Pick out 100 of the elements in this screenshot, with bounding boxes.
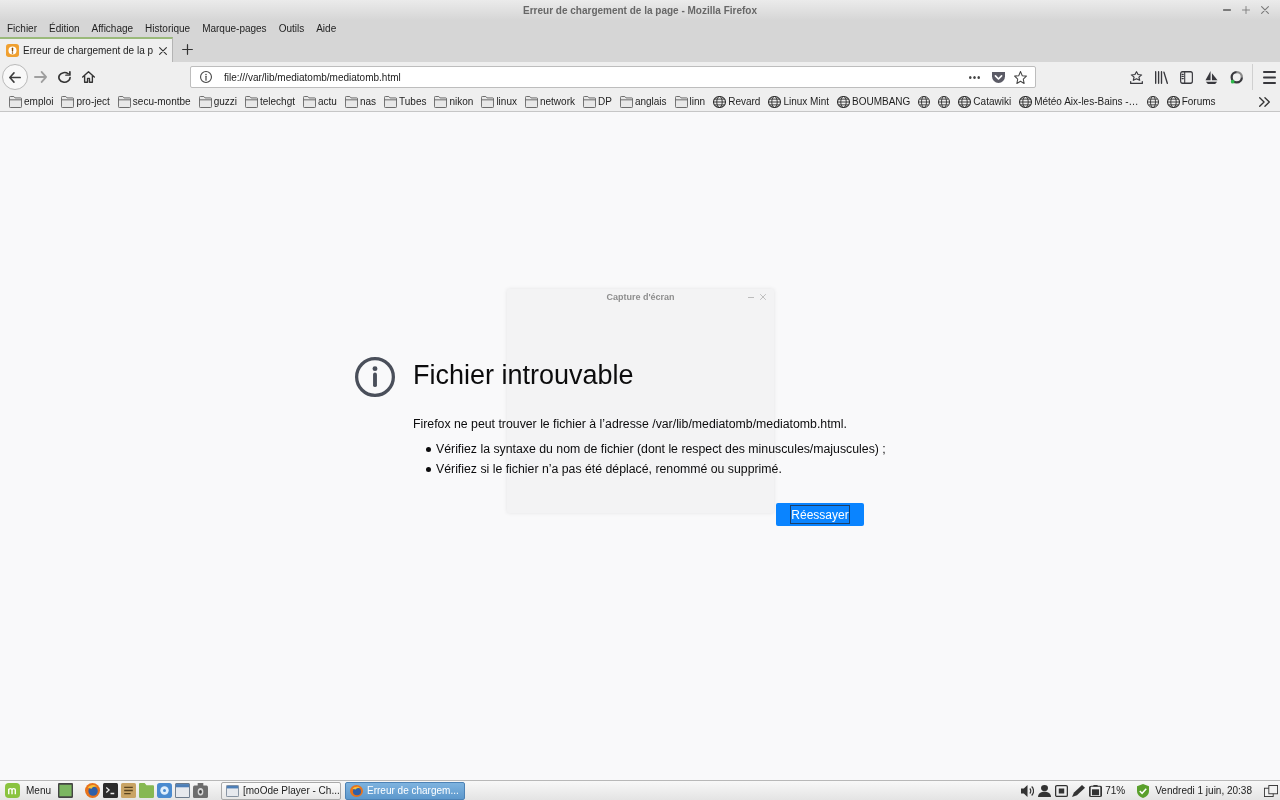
bookmark-link[interactable]: Revard <box>713 94 761 109</box>
globe-icon <box>768 95 782 108</box>
folder-icon <box>198 95 212 108</box>
menu-icon[interactable] <box>1262 70 1276 84</box>
circular-arrow-icon[interactable] <box>57 71 71 83</box>
bookmark-folder[interactable]: pro-ject <box>61 94 110 109</box>
bookmark-link[interactable]: Forums <box>1166 94 1216 109</box>
terminal-icon[interactable] <box>103 783 118 798</box>
desktop-icon[interactable] <box>58 783 73 798</box>
ring-icon[interactable] <box>1229 70 1243 84</box>
books-icon[interactable] <box>1154 70 1168 84</box>
windows-icon[interactable] <box>1264 784 1278 797</box>
globe-icon <box>713 95 727 108</box>
folder-icon <box>344 95 358 108</box>
bullet-icon <box>426 466 431 472</box>
plus-icon[interactable] <box>182 44 194 55</box>
folder-icon <box>9 95 22 108</box>
dialog-title: Capture d'écran <box>606 292 675 302</box>
menu-item[interactable]: Fichier <box>7 22 37 35</box>
menu-item[interactable]: Affichage <box>91 22 134 35</box>
globe-icon[interactable] <box>918 95 931 108</box>
disc-icon[interactable] <box>157 783 172 798</box>
info-icon[interactable] <box>200 71 212 83</box>
folder-icon <box>583 95 596 108</box>
notepad-icon[interactable] <box>121 783 136 798</box>
back-button[interactable] <box>2 64 28 90</box>
globe-icon[interactable] <box>1146 95 1159 108</box>
globe-icon[interactable] <box>938 95 951 108</box>
orb-icon[interactable] <box>85 783 100 798</box>
bookmark-folder[interactable]: telechgt <box>245 94 296 109</box>
folder-icon <box>434 95 448 108</box>
folder-icon <box>524 95 538 108</box>
shield-icon[interactable] <box>1137 783 1150 798</box>
sidebar-icon[interactable] <box>1179 70 1193 84</box>
folder-icon <box>384 95 398 108</box>
bookmark-folder[interactable]: linn <box>674 94 706 109</box>
bookmark-folder[interactable]: network <box>524 94 575 109</box>
chevron-icon[interactable] <box>1259 96 1270 107</box>
close-icon[interactable] <box>159 46 168 55</box>
suggestion-text: Vérifiez la syntaxe du nom de fichier (dont le respect des minuscules/majuscules) ; <box>436 442 886 456</box>
bookmark-folder[interactable]: Tubes <box>384 94 427 109</box>
bookmark-folder[interactable]: secu-montbe <box>117 94 191 109</box>
bookmark-folder[interactable]: emploi <box>9 94 54 109</box>
window-icon[interactable] <box>175 783 190 798</box>
bookmark-folder[interactable]: linux <box>481 94 517 109</box>
menu-item[interactable]: Historique <box>145 22 191 35</box>
globe-icon <box>958 95 972 108</box>
folder-icon <box>245 95 258 108</box>
bookmark-folder[interactable]: actu <box>303 94 337 109</box>
tab-title: Erreur de chargement de la p <box>23 45 154 56</box>
folder-icon <box>61 95 75 108</box>
bookmark-link[interactable]: Linux Mint <box>768 94 829 109</box>
globe-icon <box>1166 95 1180 108</box>
bookmark-link[interactable]: Catawiki <box>958 94 1012 109</box>
folder-icon <box>303 95 317 108</box>
address-field[interactable]: file:///var/lib/mediatomb/mediatomb.html <box>190 66 1036 88</box>
globe-icon <box>837 95 850 108</box>
bookmark-folder[interactable]: anglais <box>619 94 667 109</box>
bookmark-link[interactable]: Météo Aix-les-Bains -… <box>1019 94 1139 109</box>
info-icon <box>355 357 395 397</box>
window-title: Erreur de chargement de la page - Mozilla Firefox <box>523 4 757 16</box>
suggestion-text: Vérifiez si le fichier n’a pas été déplacé, renommé ou supprimé. <box>436 462 782 476</box>
bullet-icon <box>426 446 431 452</box>
bookmark-folder[interactable]: nas <box>344 94 377 109</box>
bookmark-link[interactable]: BOUMBANG <box>837 94 911 109</box>
folder-icon <box>619 95 633 108</box>
bookmark-folder[interactable]: nikon <box>434 94 474 109</box>
left-arrow-icon <box>9 71 21 83</box>
logo-icon <box>5 783 20 798</box>
star-tray-icon[interactable] <box>1129 70 1143 84</box>
folder-icon <box>481 95 495 108</box>
more-icon[interactable] <box>969 75 980 79</box>
folder-icon <box>117 95 131 108</box>
bookmark-folder[interactable]: guzzi <box>198 94 237 109</box>
browser-tab[interactable]: Erreur de chargement de la p <box>0 37 174 62</box>
battery-icon[interactable] <box>1089 784 1103 797</box>
camera-icon[interactable] <box>193 783 208 798</box>
chevron-shield-icon[interactable] <box>992 71 1005 83</box>
globe-icon <box>1019 95 1033 108</box>
start-menu-button[interactable]: Menu <box>2 782 54 799</box>
folder-icon <box>674 95 688 108</box>
orb-icon <box>350 784 363 797</box>
pen-icon[interactable] <box>1072 784 1086 797</box>
error-title: Fichier introuvable <box>413 359 635 391</box>
menu-item[interactable]: Aide <box>316 22 337 35</box>
warning-icon <box>6 44 19 57</box>
menu-item[interactable]: Édition <box>49 22 80 35</box>
sail-icon[interactable] <box>1204 70 1218 84</box>
house-icon[interactable] <box>81 71 95 83</box>
clock[interactable]: Vendredi 1 juin, 20:38 <box>1155 785 1252 796</box>
star-icon[interactable] <box>1014 70 1027 84</box>
taskbar-window-button[interactable]: [moOde Player - Ch... <box>221 781 341 800</box>
retry-button[interactable]: Réessayer <box>776 503 864 526</box>
speaker-icon[interactable] <box>1021 784 1035 797</box>
menu-item[interactable]: Marque-pages <box>202 22 267 35</box>
battery-percent: 71% <box>1105 785 1126 796</box>
bookmark-folder[interactable]: DP <box>583 94 612 109</box>
menu-item[interactable]: Outils <box>278 22 305 35</box>
user-icon[interactable] <box>1038 784 1052 797</box>
error-message: Firefox ne peut trouver le fichier à l’adresse /var/lib/mediatomb/mediatomb.html. <box>413 416 848 432</box>
